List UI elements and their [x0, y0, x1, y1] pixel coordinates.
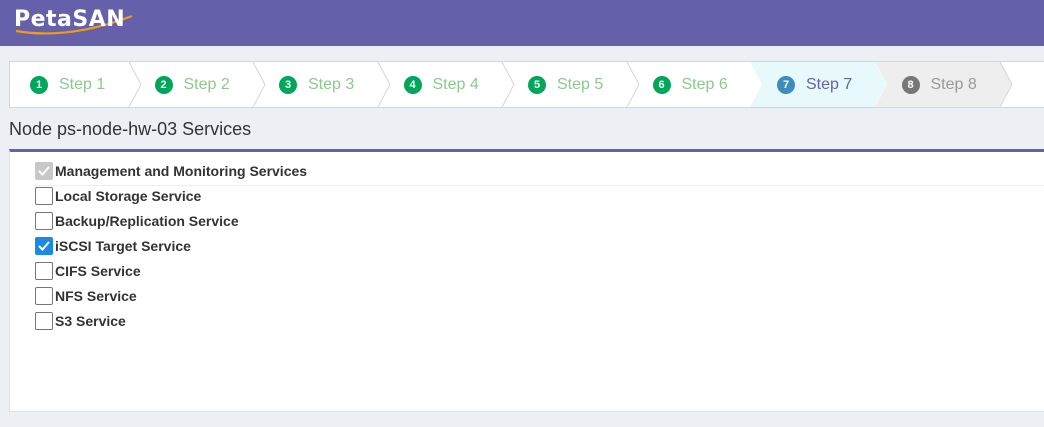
step-number-badge: 4 [403, 75, 422, 94]
step-label: Step 2 [183, 75, 230, 93]
top-navbar: PetaSAN [0, 0, 1044, 46]
step-number-badge: 5 [528, 75, 546, 94]
step-number-badge: 6 [652, 75, 671, 94]
service-row: NFS Service [35, 283, 137, 308]
wizard-steps: 1 Step 1 2 Step 2 3 Step 3 4 Step 4 5 Step 5 6 Step… [9, 61, 1044, 108]
checkmark-icon [38, 165, 50, 176]
service-label[interactable]: CIFS Service [55, 263, 141, 279]
service-row: Management and Monitoring Services [35, 158, 307, 183]
step-chevron-separator [501, 62, 515, 107]
step-label: Step 1 [59, 75, 106, 93]
service-checkbox[interactable] [35, 236, 53, 255]
step-label: Step 4 [432, 75, 479, 93]
step-label: Step 6 [681, 75, 728, 93]
service-row: CIFS Service [35, 258, 141, 283]
step-chevron-separator [252, 62, 266, 107]
wizard-step-7[interactable]: 7 Step 7 [777, 62, 852, 107]
wizard-step-6[interactable]: 6 Step 6 [652, 62, 728, 107]
service-label[interactable]: NFS Service [55, 288, 137, 304]
service-checkbox[interactable] [35, 186, 53, 205]
step-chevron-separator [128, 62, 142, 107]
step-number-badge: 2 [154, 75, 173, 94]
wizard-step-4[interactable]: 4 Step 4 [403, 62, 479, 107]
step-chevron-separator [377, 62, 391, 107]
page-title: Node ps-node-hw-03 Services [9, 119, 252, 139]
wizard-step-3[interactable]: 3 Step 3 [279, 62, 354, 107]
wizard-step-8[interactable]: 8 Step 8 [901, 62, 977, 107]
service-row: Backup/Replication Service [35, 208, 239, 233]
step-chevron-separator [626, 62, 640, 107]
step-label: Step 3 [308, 75, 355, 93]
logo-text: PetaSAN [14, 7, 126, 32]
service-label[interactable]: iSCSI Target Service [55, 238, 191, 254]
wizard-step-5[interactable]: 5 Step 5 [528, 62, 603, 107]
step-number-badge: 3 [279, 75, 297, 94]
service-label[interactable]: S3 Service [55, 313, 126, 329]
step-label: Step 5 [557, 75, 604, 93]
wizard-step-2[interactable]: 2 Step 2 [154, 62, 230, 107]
step-number-badge: 8 [901, 75, 920, 94]
step-number-badge: 7 [777, 75, 795, 94]
service-checkbox [35, 161, 53, 180]
service-checkbox[interactable] [35, 286, 53, 305]
wizard-step-1[interactable]: 1 Step 1 [30, 62, 105, 107]
service-label[interactable]: Backup/Replication Service [55, 213, 239, 229]
step-chevron-separator [999, 62, 1013, 107]
services-panel: Management and Monitoring Services Local … [9, 149, 1044, 412]
step-label: Step 8 [930, 75, 977, 93]
service-checkbox[interactable] [35, 311, 53, 330]
step-number-badge: 1 [30, 75, 48, 94]
service-checkbox[interactable] [35, 261, 53, 280]
petasan-logo[interactable]: PetaSAN [14, 6, 144, 36]
step-label: Step 7 [806, 75, 853, 93]
service-checkbox[interactable] [35, 211, 53, 230]
checkmark-icon [38, 240, 50, 251]
service-row: iSCSI Target Service [35, 233, 191, 258]
service-label[interactable]: Local Storage Service [55, 188, 201, 204]
service-label[interactable]: Management and Monitoring Services [55, 163, 307, 179]
service-row: S3 Service [35, 308, 126, 333]
service-row: Local Storage Service [35, 183, 201, 208]
